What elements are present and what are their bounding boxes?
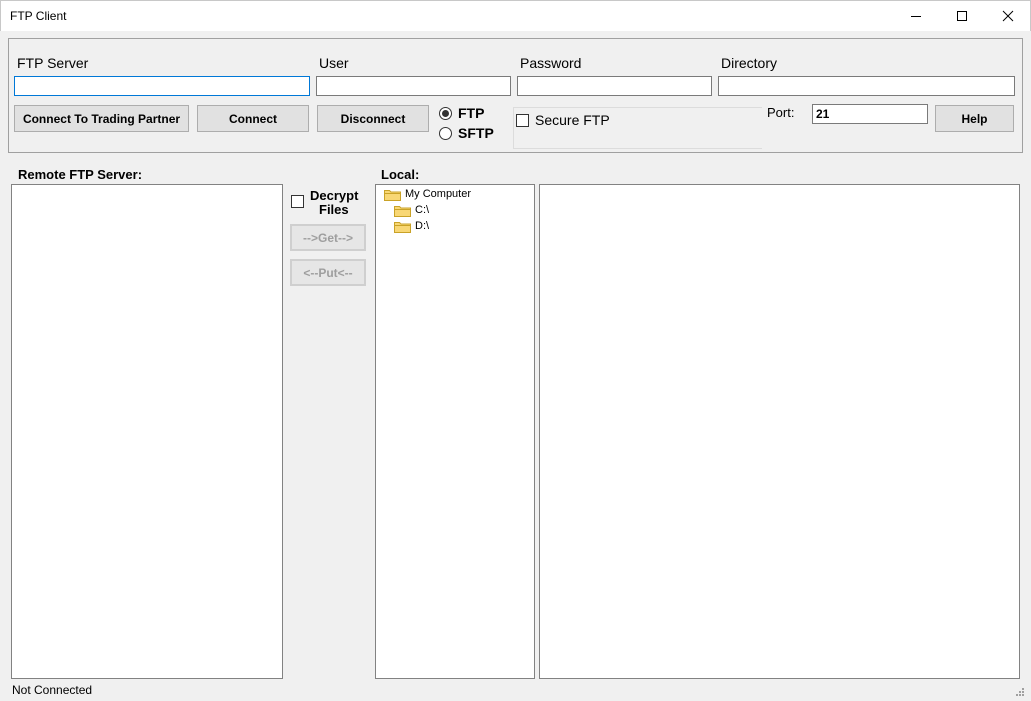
decrypt-label-line2: Files bbox=[319, 202, 349, 217]
sftp-radio-label: SFTP bbox=[458, 125, 494, 141]
tree-item-my-computer[interactable]: My Computer bbox=[384, 186, 471, 202]
tree-label-drive-d: D:\ bbox=[415, 220, 430, 232]
ftp-radio-label: FTP bbox=[458, 105, 485, 121]
user-label: User bbox=[319, 55, 349, 71]
connect-trading-partner-button[interactable]: Connect To Trading Partner bbox=[14, 105, 189, 132]
ftp-server-label: FTP Server bbox=[17, 55, 89, 71]
local-folder-tree[interactable]: My Computer C:\ D:\ bbox=[375, 184, 535, 679]
disconnect-button[interactable]: Disconnect bbox=[317, 105, 429, 132]
remote-server-label: Remote FTP Server: bbox=[18, 167, 143, 182]
port-label: Port: bbox=[767, 105, 795, 120]
put-button[interactable]: <--Put<-- bbox=[290, 259, 366, 286]
tree-item-drive-d[interactable]: D:\ bbox=[394, 218, 429, 234]
ftp-server-input[interactable] bbox=[14, 76, 310, 96]
secure-ftp-checkbox[interactable] bbox=[516, 114, 529, 127]
secure-ftp-label: Secure FTP bbox=[535, 112, 610, 128]
radio-selected-dot bbox=[442, 110, 449, 117]
minimize-button[interactable] bbox=[893, 1, 939, 31]
minimize-icon bbox=[911, 16, 921, 17]
tree-label-my-computer: My Computer bbox=[405, 188, 472, 200]
close-icon bbox=[1002, 10, 1014, 22]
connection-status: Not Connected bbox=[12, 683, 93, 697]
ftp-radio[interactable] bbox=[439, 107, 452, 120]
connect-button[interactable]: Connect bbox=[197, 105, 309, 132]
maximize-button[interactable] bbox=[939, 1, 985, 31]
port-input[interactable] bbox=[812, 104, 928, 124]
local-label: Local: bbox=[381, 167, 420, 182]
directory-input[interactable] bbox=[718, 76, 1015, 96]
title-bar: FTP Client bbox=[0, 0, 1031, 31]
user-input[interactable] bbox=[316, 76, 511, 96]
sftp-radio[interactable] bbox=[439, 127, 452, 140]
get-button[interactable]: -->Get--> bbox=[290, 224, 366, 251]
remote-file-list[interactable] bbox=[11, 184, 283, 679]
close-button[interactable] bbox=[985, 1, 1031, 31]
local-file-list[interactable] bbox=[539, 184, 1020, 679]
folder-icon bbox=[384, 189, 401, 201]
directory-label: Directory bbox=[721, 55, 778, 71]
help-button[interactable]: Help bbox=[935, 105, 1014, 132]
password-input[interactable] bbox=[517, 76, 712, 96]
tree-label-drive-c: C:\ bbox=[415, 204, 430, 216]
decrypt-label-line1: Decrypt bbox=[310, 188, 359, 203]
folder-icon bbox=[394, 205, 411, 217]
decrypt-files-checkbox[interactable] bbox=[291, 195, 304, 208]
password-label: Password bbox=[520, 55, 582, 71]
tree-item-drive-c[interactable]: C:\ bbox=[394, 202, 429, 218]
window-title: FTP Client bbox=[10, 9, 67, 23]
status-bar: Not Connected bbox=[0, 679, 1031, 701]
folder-icon bbox=[394, 221, 411, 233]
resize-grip-icon[interactable] bbox=[1012, 687, 1026, 699]
maximize-icon bbox=[957, 11, 967, 21]
